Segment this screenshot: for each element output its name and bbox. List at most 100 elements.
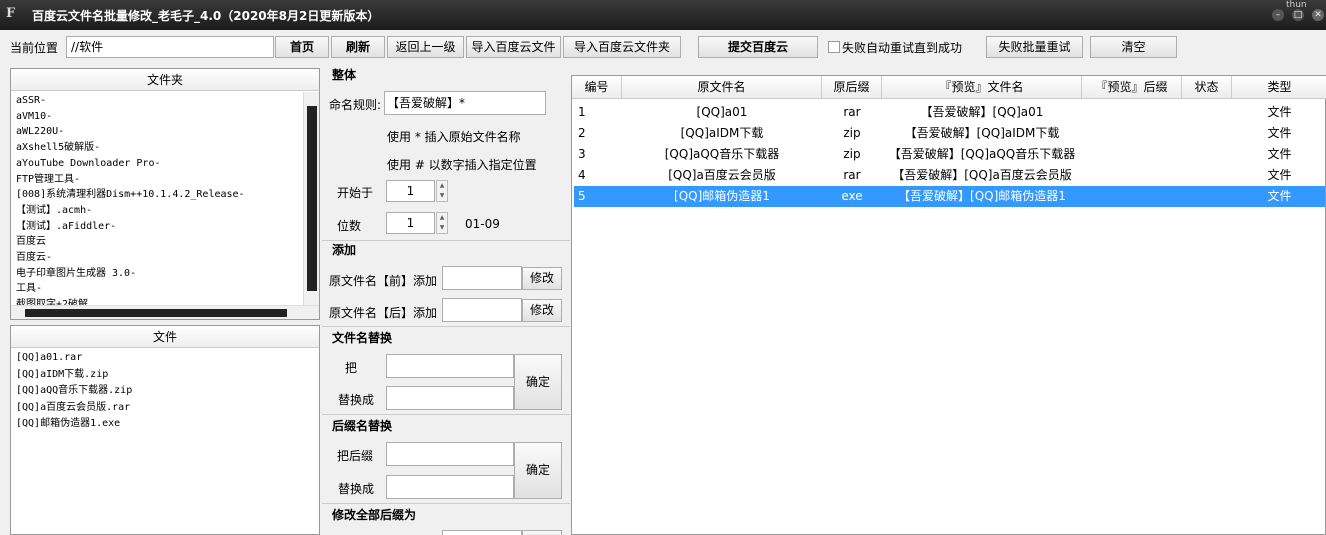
location-input[interactable]: //软件 (66, 36, 274, 58)
home-button[interactable]: 首页 (275, 36, 329, 58)
cell-status (1182, 123, 1232, 144)
folder-item[interactable]: aYouTube Downloader Pro- (16, 156, 319, 172)
folder-list: aSSR-aVM10- aWL220U-aXshell5破解版-aYouTube … (11, 91, 319, 313)
minimize-icon[interactable]: – (1272, 9, 1284, 21)
hint-insert-number: 使用 # 以数字插入指定位置 (387, 158, 537, 172)
file-item[interactable]: [QQ]a01.rar (16, 350, 319, 367)
folder-item[interactable]: 百度云- (16, 250, 319, 266)
divider (322, 503, 570, 504)
toolbar: 当前位置 //软件 首页 刷新 返回上一级 导入百度云文件 导入百度云文件夹 提… (0, 30, 1326, 64)
grid-header: 编号 原文件名 原后缀 『预览』文件名 『预览』后缀 状态 类型 (572, 76, 1326, 99)
back-button[interactable]: 返回上一级 (387, 36, 464, 58)
rule-input[interactable]: 【吾爱破解】* (384, 91, 546, 115)
ext-from-input[interactable] (386, 442, 514, 466)
cell-pext (1082, 123, 1182, 144)
cell-type: 文件 (1267, 105, 1292, 119)
cell-ext: rar (843, 168, 861, 182)
cell-preview: 【吾爱破解】[QQ]aIDM下载 (904, 126, 1060, 140)
file-item[interactable]: [QQ]a百度云会员版.rar (16, 400, 319, 417)
file-panel: 文件 [QQ]a01.rar [QQ]aIDM下载.zip [QQ]aQQ音乐下载器… (10, 325, 320, 535)
rule-label: 命名规则: (329, 98, 382, 112)
add-title: 添加 (332, 243, 357, 257)
replace-confirm-button[interactable]: 确定 (514, 354, 562, 410)
table-row[interactable]: 5 [QQ]邮箱伪造器1 exe 【吾爱破解】[QQ]邮箱伪造器1 文件 (574, 186, 1325, 207)
col-preview-ext[interactable]: 『预览』后缀 (1082, 76, 1182, 99)
file-item[interactable]: [QQ]邮箱伪造器1.exe (16, 416, 319, 433)
digits-input[interactable]: 1 (386, 212, 435, 234)
folder-item[interactable]: 电子印章图片生成器 3.0- (16, 266, 319, 282)
import-file-button[interactable]: 导入百度云文件 (466, 36, 561, 58)
ext-confirm-button[interactable]: 确定 (514, 442, 562, 499)
window-title: 百度云文件名批量修改_老毛子_4.0（2020年8月2日更新版本） (32, 9, 380, 23)
add-after-label: 原文件名【后】添加 (329, 306, 438, 320)
maximize-icon[interactable]: □ (1292, 9, 1304, 21)
table-row[interactable]: 4 [QQ]a百度云会员版 rar 【吾爱破解】[QQ]a百度云会员版 文件 (574, 165, 1325, 186)
folder-panel: 文件夹 aSSR-aVM10- aWL220U-aXshell5破解版-aYouT… (10, 68, 320, 320)
hint-insert-name: 使用 * 插入原始文件名称 (387, 130, 521, 144)
file-item[interactable]: [QQ]aQQ音乐下载器.zip (16, 383, 319, 400)
file-list: [QQ]a01.rar [QQ]aIDM下载.zip [QQ]aQQ音乐下载器.zi… (11, 348, 319, 433)
folder-item[interactable]: 百度云 (16, 234, 319, 250)
cell-pext (1082, 102, 1182, 123)
add-after-input[interactable] (442, 298, 522, 322)
col-name[interactable]: 原文件名 (622, 76, 822, 99)
cell-pext (1082, 165, 1182, 186)
table-row[interactable]: 2 [QQ]aIDM下载 zip 【吾爱破解】[QQ]aIDM下载 文件 (574, 123, 1325, 144)
add-before-modify-button[interactable]: 修改 (522, 267, 562, 290)
add-before-input[interactable] (442, 266, 522, 290)
batch-retry-button[interactable]: 失败批量重试 (986, 36, 1083, 58)
file-item[interactable]: [QQ]aIDM下载.zip (16, 367, 319, 384)
folder-item[interactable]: aXshell5破解版- (16, 140, 319, 156)
cell-type: 文件 (1267, 168, 1292, 182)
cell-name: [QQ]邮箱伪造器1 (674, 189, 770, 203)
replace-from-input[interactable] (386, 354, 514, 378)
modify-all-ext-button[interactable] (522, 530, 562, 535)
col-preview-name[interactable]: 『预览』文件名 (882, 76, 1082, 99)
refresh-button[interactable]: 刷新 (331, 36, 385, 58)
folder-item[interactable]: FTP管理工具- (16, 172, 319, 188)
digits-range: 01-09 (465, 217, 500, 231)
ext-replace-title: 后缀名替换 (332, 419, 393, 433)
col-status[interactable]: 状态 (1182, 76, 1232, 99)
import-folder-button[interactable]: 导入百度云文件夹 (563, 36, 681, 58)
cell-id: 3 (578, 147, 586, 161)
cell-name: [QQ]aQQ音乐下载器 (664, 147, 780, 161)
overall-title: 整体 (332, 68, 357, 82)
folder-hscroll-thumb[interactable] (25, 309, 287, 317)
close-icon[interactable]: ✕ (1312, 9, 1324, 21)
folder-item[interactable]: aWL220U- (16, 124, 319, 140)
start-spinner[interactable]: ▲ ▼ (436, 180, 448, 202)
cell-id: 5 (578, 189, 586, 203)
table-row[interactable]: 1 [QQ]a01 rar 【吾爱破解】[QQ]a01 文件 (574, 102, 1325, 123)
col-type[interactable]: 类型 (1232, 76, 1326, 99)
ext-from-label: 把后缀 (337, 449, 374, 463)
auto-retry-checkbox[interactable] (828, 41, 840, 53)
digits-spinner[interactable]: ▲ ▼ (436, 212, 448, 234)
col-id[interactable]: 编号 (572, 76, 622, 99)
add-after-modify-button[interactable]: 修改 (522, 299, 562, 322)
folder-item[interactable]: 【测试】.aFiddler- (16, 219, 319, 235)
folder-panel-header: 文件夹 (11, 69, 319, 91)
col-ext[interactable]: 原后缀 (822, 76, 882, 99)
replace-from-label: 把 (345, 361, 358, 375)
folder-vscrollbar[interactable] (303, 92, 319, 305)
submit-button[interactable]: 提交百度云 (698, 36, 818, 58)
cell-status (1182, 186, 1232, 207)
replace-to-input[interactable] (386, 386, 514, 410)
folder-item[interactable]: 【测试】.acmh- (16, 203, 319, 219)
table-row[interactable]: 3 [QQ]aQQ音乐下载器 zip 【吾爱破解】[QQ]aQQ音乐下载器 文件 (574, 144, 1325, 165)
start-input[interactable]: 1 (386, 180, 435, 202)
folder-hscrollbar[interactable] (11, 305, 319, 319)
folder-item[interactable]: 工具- (16, 281, 319, 297)
modify-all-ext-input[interactable] (442, 530, 522, 535)
cell-ext: exe (841, 189, 863, 203)
clear-button[interactable]: 清空 (1090, 36, 1177, 58)
folder-item[interactable]: aVM10- (16, 109, 319, 125)
ext-to-input[interactable] (386, 475, 514, 499)
cell-ext: zip (843, 147, 861, 161)
cell-name: [QQ]aIDM下载 (680, 126, 764, 140)
folder-item[interactable]: aSSR- (16, 93, 319, 109)
folder-item[interactable]: [008]系统清理利器Dism++10.1.4.2_Release- (16, 187, 319, 203)
folder-vscroll-thumb[interactable] (307, 106, 317, 291)
modify-all-ext-title: 修改全部后缀为 (332, 508, 417, 522)
